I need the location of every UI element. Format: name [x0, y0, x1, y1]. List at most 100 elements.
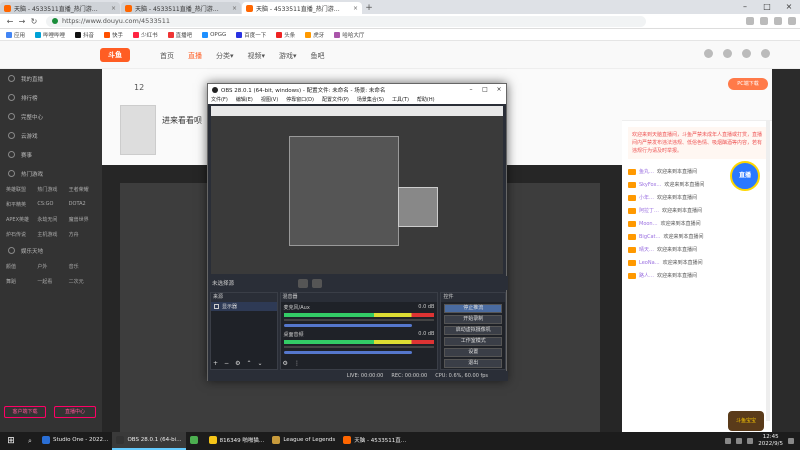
bookmark-item[interactable]: 头条 [276, 31, 295, 39]
chat-username[interactable]: Moon… [639, 221, 658, 227]
obs-control-button[interactable]: 设置 [444, 348, 503, 357]
bookmark-item[interactable]: 抖音 [75, 31, 94, 39]
bookmark-item[interactable]: OPGG [202, 31, 226, 38]
chat-username[interactable]: 晴天… [639, 246, 654, 253]
search-icon[interactable]: ⌕ [22, 437, 38, 446]
close-tab-icon[interactable]: × [353, 5, 358, 12]
gear-icon[interactable]: ⚙ [283, 360, 288, 367]
chat-username[interactable]: 小年… [639, 194, 654, 201]
tray-icon[interactable] [725, 438, 732, 444]
maximize-icon[interactable]: □ [756, 0, 778, 14]
history-icon[interactable] [704, 49, 713, 58]
sidebar-game-link[interactable]: CS:GO [37, 201, 64, 208]
taskbar-item[interactable] [186, 432, 205, 450]
taskbar-item[interactable]: 816349 啪啪猫… [205, 432, 269, 450]
chat-username[interactable]: 鱼丸… [639, 168, 654, 175]
sidebar-entertainment-link[interactable]: 户外 [37, 263, 64, 270]
extension-icon[interactable] [760, 17, 768, 25]
volume-icon[interactable] [747, 438, 754, 444]
pc-download-button[interactable]: PC端下载 [728, 78, 768, 90]
sidebar-game-link[interactable]: 魔兽世界 [69, 216, 96, 223]
bookmark-item[interactable]: 百度一下 [236, 31, 266, 39]
chat-username[interactable]: 路人… [639, 272, 654, 279]
url-field[interactable]: https://www.douyu.com/4533511 [46, 15, 646, 27]
source-item[interactable]: 显示器 [211, 302, 277, 311]
taskbar-item[interactable]: OBS 28.0.1 (64-bi… [112, 432, 186, 450]
volume-slider[interactable] [283, 351, 412, 354]
filter-icon[interactable] [312, 278, 323, 288]
obs-menu-item[interactable]: 停靠窗口(D) [286, 96, 314, 103]
sidebar-game-link[interactable]: 和平精英 [6, 201, 33, 208]
up-icon[interactable]: ⌃ [246, 360, 251, 367]
more-icon[interactable]: ⋮ [294, 360, 300, 367]
obs-control-button[interactable]: 开始录制 [444, 315, 503, 324]
live-center-button[interactable]: 直播中心 [54, 406, 96, 418]
maximize-icon[interactable]: □ [478, 86, 492, 93]
network-icon[interactable] [736, 438, 743, 444]
sidebar-entertainment-link[interactable]: 二次元 [69, 278, 96, 285]
gear-icon[interactable] [298, 278, 309, 288]
reload-icon[interactable]: ↻ [28, 17, 40, 26]
bookmark-item[interactable]: 哔哩哔哩 [35, 31, 65, 39]
clock[interactable]: 12:45 2022/9/5 [758, 434, 783, 448]
forward-icon[interactable]: → [16, 17, 28, 26]
floating-live-button[interactable]: 直播 [730, 161, 760, 191]
site-nav-item[interactable]: 分类▾ [216, 51, 234, 61]
mascot-widget[interactable]: 斗鱼宝宝 [728, 411, 764, 431]
message-icon[interactable] [742, 49, 751, 58]
sidebar-game-link[interactable]: 方舟 [69, 231, 96, 238]
browser-tab[interactable]: 天脑 - 4533511直播_热门游… × [121, 2, 241, 14]
close-tab-icon[interactable]: × [232, 5, 237, 12]
extension-icon[interactable] [746, 17, 754, 25]
sidebar-item[interactable]: 赛事 [0, 145, 102, 164]
obs-menu-item[interactable]: 场景集合(S) [357, 96, 384, 103]
down-icon[interactable]: ⌄ [257, 360, 262, 367]
obs-control-button[interactable]: 停止推流 [444, 304, 503, 313]
chat-username[interactable]: LeoNa… [639, 260, 660, 266]
sidebar-game-link[interactable]: 王者荣耀 [69, 186, 96, 193]
sidebar-item[interactable]: 排行榜 [0, 88, 102, 107]
profile-icon[interactable] [774, 17, 782, 25]
close-tab-icon[interactable]: × [111, 5, 116, 12]
sidebar-game-link[interactable]: DOTA2 [69, 201, 96, 208]
obs-menu-item[interactable]: 帮助(H) [417, 96, 435, 103]
close-window-icon[interactable]: × [778, 0, 800, 14]
douyu-logo[interactable]: 斗鱼 [100, 48, 130, 62]
sidebar-game-link[interactable]: 永劫无间 [37, 216, 64, 223]
menu-icon[interactable] [788, 17, 796, 25]
obs-menu-item[interactable]: 视图(V) [261, 96, 278, 103]
obs-control-button[interactable]: 启动虚拟摄像机 [444, 326, 503, 335]
sidebar-entertainment-link[interactable]: 一起看 [37, 278, 64, 285]
add-icon[interactable]: + [213, 360, 218, 367]
remove-icon[interactable]: − [224, 360, 229, 367]
site-nav-item[interactable]: 游戏▾ [279, 51, 297, 61]
new-tab-button[interactable]: + [363, 2, 375, 14]
obs-control-button[interactable]: 退出 [444, 359, 503, 368]
chat-scrollbar[interactable] [766, 121, 770, 421]
bookmark-item[interactable]: 应用 [6, 31, 25, 39]
notification-icon[interactable] [788, 438, 794, 444]
obs-control-button[interactable]: 工作室模式 [444, 337, 503, 346]
sidebar-game-link[interactable]: APEX英雄 [6, 216, 33, 223]
browser-tab-active[interactable]: 天脑 - 4533511直播_热门游… × [242, 2, 362, 14]
site-nav-item[interactable]: 首页 [160, 51, 174, 61]
site-nav-item[interactable]: 直播 [188, 51, 202, 61]
minimize-icon[interactable]: – [464, 86, 478, 93]
follow-icon[interactable] [723, 49, 732, 58]
client-download-button[interactable]: 客户端下载 [4, 406, 46, 418]
obs-menu-item[interactable]: 配置文件(P) [322, 96, 349, 103]
sidebar-item[interactable]: 我的直播 [0, 69, 102, 88]
chat-username[interactable]: 阿拉丁… [639, 207, 659, 214]
minimize-icon[interactable]: – [734, 0, 756, 14]
sidebar-game-link[interactable]: 热门游戏 [37, 186, 64, 193]
bookmark-item[interactable]: 虎牙 [305, 31, 324, 39]
bookmark-item[interactable]: 快手 [104, 31, 123, 39]
obs-preview[interactable] [211, 106, 503, 274]
sidebar-entertainment-link[interactable]: 舞蹈 [6, 278, 33, 285]
sidebar-game-link[interactable]: 炉石传说 [6, 231, 33, 238]
sidebar-game-link[interactable]: 英雄联盟 [6, 186, 33, 193]
sidebar-entertainment-link[interactable]: 颜值 [6, 263, 33, 270]
sidebar-item[interactable]: 云游戏 [0, 126, 102, 145]
gear-icon[interactable]: ⚙ [235, 360, 240, 367]
obs-menu-item[interactable]: 工具(T) [392, 96, 409, 103]
